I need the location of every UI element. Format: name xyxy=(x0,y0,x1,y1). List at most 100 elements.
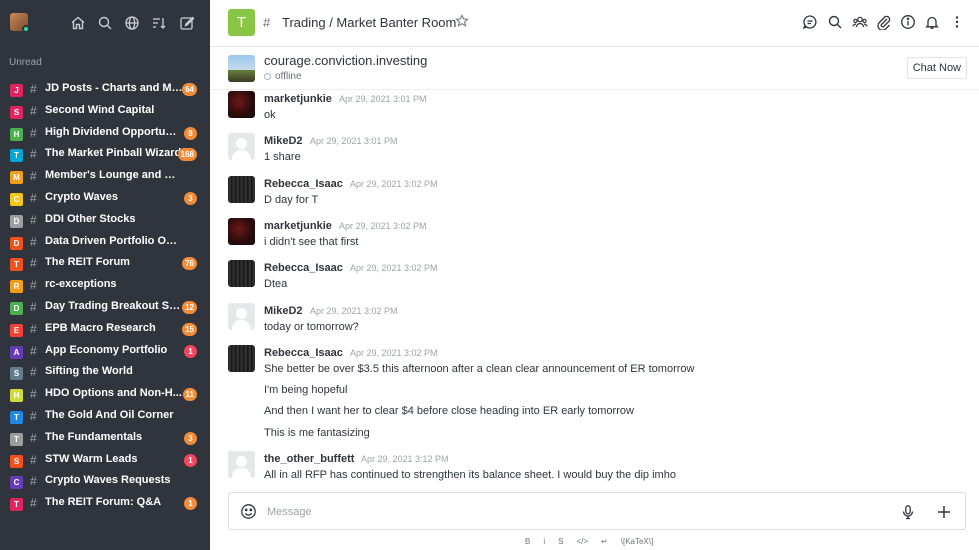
channel-hash-icon: # xyxy=(30,474,37,489)
plus-icon[interactable] xyxy=(936,504,952,520)
room-title[interactable]: Trading / Market Banter Room xyxy=(282,15,456,30)
room-avatar: H xyxy=(10,389,23,403)
sidebar-room-item[interactable]: D # Day Trading Breakout Sto... 12 xyxy=(0,297,210,318)
sidebar-room-item[interactable]: A # App Economy Portfolio 1 xyxy=(0,341,210,362)
formatting-toolbar: Bi S </> ↵ \[KaTeX\] xyxy=(525,535,666,547)
message-text: today or tomorrow? xyxy=(264,320,359,333)
members-icon[interactable] xyxy=(852,14,868,30)
message-avatar[interactable] xyxy=(228,344,255,372)
sort-icon[interactable] xyxy=(151,15,167,31)
channel-hash-icon: # xyxy=(30,343,37,358)
sidebar-room-item[interactable]: T # The REIT Forum: Q&A 1 xyxy=(0,493,210,514)
channel-hash-icon: # xyxy=(30,278,37,293)
room-name: The REIT Forum xyxy=(45,256,130,269)
channel-hash-icon: # xyxy=(30,125,37,140)
message-timestamp: Apr 29, 2021 3:01 PM xyxy=(339,94,427,104)
star-icon[interactable] xyxy=(455,14,469,28)
channel-hash-icon: # xyxy=(30,103,37,118)
sidebar-room-item[interactable]: T # The REIT Forum 76 xyxy=(0,253,210,274)
room-avatar: C xyxy=(10,476,23,490)
user-avatar[interactable] xyxy=(10,13,30,33)
attachment-icon[interactable] xyxy=(876,14,892,30)
strike-button[interactable]: S xyxy=(558,537,563,546)
message-username[interactable]: the_other_buffett xyxy=(264,453,354,465)
message-text: 1 share xyxy=(264,151,301,164)
channel-hash-icon: # xyxy=(30,191,37,205)
channel-hash-icon: # xyxy=(30,452,37,467)
room-name: Crypto Waves xyxy=(45,191,118,203)
message-timestamp: Apr 29, 2021 3:02 PM xyxy=(350,263,438,274)
microphone-icon[interactable] xyxy=(900,504,916,520)
sidebar-room-item[interactable]: D # DDI Other Stocks xyxy=(0,210,210,231)
message-avatar[interactable] xyxy=(228,175,255,203)
bold-button[interactable]: B xyxy=(525,537,530,546)
message-timestamp: Apr 29, 2021 3:12 PM xyxy=(361,454,449,464)
italic-button[interactable]: i xyxy=(543,537,545,546)
search-icon[interactable] xyxy=(97,15,113,31)
room-name: Second Wind Capital xyxy=(45,103,155,116)
chat-now-button[interactable]: Chat Now xyxy=(906,57,967,79)
message-username[interactable]: Rebecca_Isaac xyxy=(264,347,343,359)
contact-bar: courage.conviction.investing offline Cha… xyxy=(210,47,979,90)
sidebar-room-item[interactable]: D # Data Driven Portfolio Only- ... xyxy=(0,232,210,253)
message-avatar[interactable] xyxy=(228,260,255,288)
sidebar-room-item[interactable]: C # Crypto Waves 3 xyxy=(0,188,210,209)
bell-icon[interactable] xyxy=(924,14,940,30)
sidebar-room-item[interactable]: J # JD Posts - Charts and Mo... 64 xyxy=(0,79,210,100)
unread-badge: 11 xyxy=(182,388,197,402)
sidebar-room-item[interactable]: H # HDO Options and Non-H... 11 xyxy=(0,384,210,405)
sidebar-room-item[interactable]: T # The Gold And Oil Corner xyxy=(0,406,210,427)
home-icon[interactable] xyxy=(70,15,86,31)
sidebar-room-item[interactable]: S # STW Warm Leads 1 xyxy=(0,450,210,471)
message-avatar[interactable] xyxy=(228,91,255,118)
message-text: i didn't see that first xyxy=(264,235,359,248)
message-avatar[interactable] xyxy=(228,133,255,161)
message-input[interactable] xyxy=(267,501,887,523)
sidebar-room-item[interactable]: S # Sifting the World xyxy=(0,362,210,383)
info-icon[interactable] xyxy=(900,14,916,30)
message-username[interactable]: MikeD2 xyxy=(264,305,303,317)
discussion-icon[interactable] xyxy=(802,14,818,30)
room-name: HDO Options and Non-H... xyxy=(45,387,182,400)
channel-hash-icon: # xyxy=(30,365,37,380)
sidebar-room-item[interactable]: C # Crypto Waves Requests xyxy=(0,471,210,492)
message-username[interactable]: Rebecca_Isaac xyxy=(264,262,343,274)
sidebar-room-item[interactable]: T # The Market Pinball Wizard 168 xyxy=(0,144,210,165)
emoji-icon[interactable] xyxy=(240,503,257,520)
message-timestamp: Apr 29, 2021 3:02 PM xyxy=(350,347,438,358)
sidebar-room-item[interactable]: T # The Fundamentals 3 xyxy=(0,428,210,449)
room-name: Sifting the World xyxy=(45,365,133,378)
multiline-button[interactable]: ↵ xyxy=(601,537,608,546)
sidebar-room-item[interactable]: M # Member's Lounge and Discu... xyxy=(0,166,210,187)
sidebar-room-item[interactable]: E # EPB Macro Research 15 xyxy=(0,319,210,340)
room-avatar: M xyxy=(10,171,23,185)
kebab-icon[interactable] xyxy=(949,14,965,30)
message-username[interactable]: Rebecca_Isaac xyxy=(264,178,343,190)
contact-avatar[interactable] xyxy=(228,55,255,82)
channel-hash-icon: # xyxy=(30,321,37,336)
room-name: App Economy Portfolio xyxy=(45,343,168,356)
contact-name[interactable]: courage.conviction.investing xyxy=(264,53,427,68)
code-button[interactable]: </> xyxy=(576,537,588,546)
message-composer xyxy=(228,492,966,530)
message-avatar[interactable] xyxy=(228,451,255,478)
search-icon[interactable] xyxy=(827,14,843,30)
sidebar-room-item[interactable]: S # Second Wind Capital xyxy=(0,101,210,122)
directory-icon[interactable] xyxy=(124,15,140,31)
unread-badge: 64 xyxy=(182,83,197,96)
channel-hash-icon: # xyxy=(30,234,37,249)
katex-button[interactable]: \[KaTeX\] xyxy=(621,537,653,546)
write-icon[interactable] xyxy=(179,15,195,31)
sidebar-room-item[interactable]: H # High Dividend Opportunit... 8 xyxy=(0,123,210,144)
message-username[interactable]: marketjunkie xyxy=(264,220,332,232)
message-avatar[interactable] xyxy=(228,217,255,245)
room-name: Day Trading Breakout Sto... xyxy=(45,300,183,312)
message-username[interactable]: marketjunkie xyxy=(264,93,332,105)
sidebar-room-item[interactable]: R # rc-exceptions xyxy=(0,275,210,296)
unread-badge: 3 xyxy=(184,431,197,445)
message-username[interactable]: MikeD2 xyxy=(264,135,303,147)
channel-hash-icon: # xyxy=(30,82,37,96)
room-avatar: H xyxy=(10,127,23,141)
message-avatar[interactable] xyxy=(228,302,255,330)
message-timestamp: Apr 29, 2021 3:02 PM xyxy=(350,178,438,189)
